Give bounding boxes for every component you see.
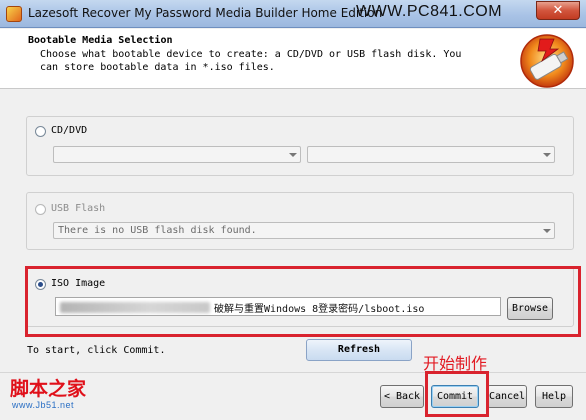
chevron-down-icon xyxy=(543,153,551,157)
iso-image-label: ISO Image xyxy=(51,278,106,289)
app-icon xyxy=(6,6,22,22)
usb-flash-select[interactable]: There is no USB flash disk found. xyxy=(53,222,555,239)
chevron-down-icon xyxy=(543,229,551,233)
cd-dvd-radio[interactable] xyxy=(35,126,46,137)
cd-dvd-group: CD/DVD xyxy=(26,116,574,176)
usb-flash-label: USB Flash xyxy=(51,203,106,214)
usb-flash-drive-icon xyxy=(520,34,574,88)
site-watermark: 脚本之家 www.Jb51.net xyxy=(10,374,98,414)
cancel-button[interactable]: Cancel xyxy=(487,385,527,408)
iso-image-radio[interactable] xyxy=(35,279,46,290)
page-title: Bootable Media Selection xyxy=(28,35,173,46)
refresh-button[interactable]: Refresh xyxy=(306,339,412,361)
watermark-text: WWW.PC841.COM xyxy=(356,3,503,20)
commit-button[interactable]: Commit xyxy=(431,385,479,408)
iso-path-input[interactable]: 破解与重置Windows 8登录密码/lsboot.iso xyxy=(55,297,501,316)
help-button[interactable]: Help xyxy=(535,385,573,408)
blurred-path-prefix xyxy=(60,302,210,313)
page-description: Choose what bootable device to create: a… xyxy=(40,49,462,73)
site-watermark-url: www.Jb51.net xyxy=(12,400,75,410)
title-bar: Lazesoft Recover My Password Media Build… xyxy=(0,0,586,28)
site-watermark-name: 脚本之家 xyxy=(10,378,87,400)
usb-flash-radio[interactable] xyxy=(35,204,46,215)
usb-flash-value: There is no USB flash disk found. xyxy=(58,225,257,236)
instruction-text: To start, click Commit. xyxy=(27,345,166,356)
close-button[interactable]: ✕ xyxy=(536,1,580,20)
chevron-down-icon xyxy=(289,153,297,157)
back-button[interactable]: < Back xyxy=(380,385,424,408)
cd-dvd-drive-select[interactable] xyxy=(53,146,301,163)
cd-dvd-speed-select[interactable] xyxy=(307,146,555,163)
wizard-header: Bootable Media Selection Choose what boo… xyxy=(0,29,586,89)
window-title: Lazesoft Recover My Password Media Build… xyxy=(28,6,383,20)
iso-path-value: 破解与重置Windows 8登录密码/lsboot.iso xyxy=(214,304,425,315)
browse-button[interactable]: Browse xyxy=(507,297,553,320)
cd-dvd-label: CD/DVD xyxy=(51,125,88,136)
footer-divider xyxy=(0,372,586,373)
usb-flash-group: USB Flash There is no USB flash disk fou… xyxy=(26,192,574,250)
commit-callout-text: 开始制作 xyxy=(423,354,488,373)
